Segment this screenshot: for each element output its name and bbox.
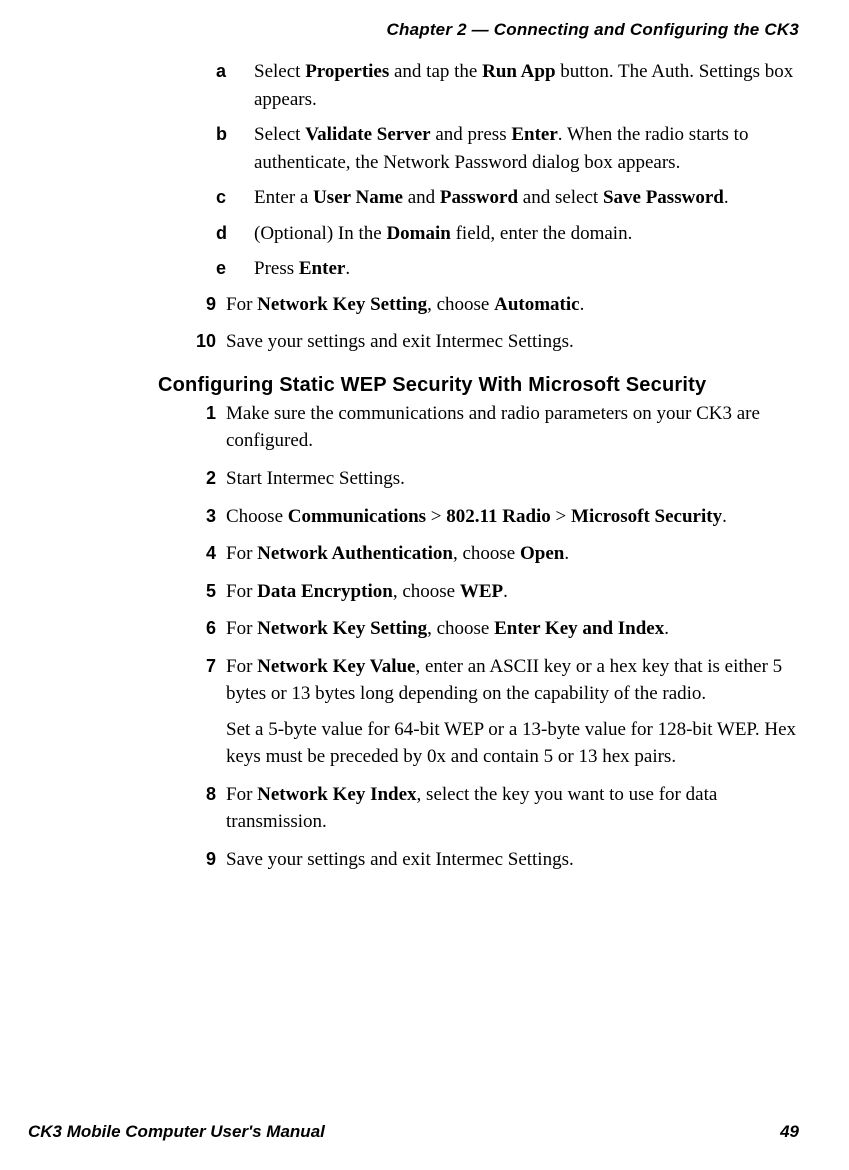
step-body: For Data Encryption, choose WEP. bbox=[226, 578, 799, 606]
wep-step-1: 1 Make sure the communications and radio… bbox=[178, 400, 799, 455]
step-marker: 9 bbox=[178, 846, 226, 874]
step-body: For Network Key Setting, choose Enter Ke… bbox=[226, 615, 799, 643]
content-area: a Select Properties and tap the Run App … bbox=[28, 58, 799, 874]
sub-step-d: d (Optional) In the Domain field, enter … bbox=[216, 220, 799, 248]
footer-page-number: 49 bbox=[780, 1122, 799, 1142]
step-10: 10 Save your settings and exit Intermec … bbox=[178, 328, 799, 356]
wep-step-5: 5 For Data Encryption, choose WEP. bbox=[178, 578, 799, 606]
step-body: Start Intermec Settings. bbox=[226, 465, 799, 493]
step-marker: 5 bbox=[178, 578, 226, 606]
sub-marker: b bbox=[216, 121, 254, 176]
step-marker: 9 bbox=[178, 291, 226, 319]
sub-body: Select Properties and tap the Run App bu… bbox=[254, 58, 799, 113]
sub-marker: e bbox=[216, 255, 254, 283]
step-body: Make sure the communications and radio p… bbox=[226, 400, 799, 455]
step-9: 9 For Network Key Setting, choose Automa… bbox=[178, 291, 799, 319]
step-marker: 4 bbox=[178, 540, 226, 568]
wep-step-9: 9 Save your settings and exit Intermec S… bbox=[178, 846, 799, 874]
sub-marker: c bbox=[216, 184, 254, 212]
step-body: Save your settings and exit Intermec Set… bbox=[226, 846, 799, 874]
wep-step-8: 8 For Network Key Index, select the key … bbox=[178, 781, 799, 836]
step-body: For Network Authentication, choose Open. bbox=[226, 540, 799, 568]
step-marker: 6 bbox=[178, 615, 226, 643]
step-marker: 8 bbox=[178, 781, 226, 836]
wep-step-2: 2 Start Intermec Settings. bbox=[178, 465, 799, 493]
sub-step-c: c Enter a User Name and Password and sel… bbox=[216, 184, 799, 212]
footer-manual-title: CK3 Mobile Computer User's Manual bbox=[28, 1122, 325, 1142]
sub-step-b: b Select Validate Server and press Enter… bbox=[216, 121, 799, 176]
sub-body: Select Validate Server and press Enter. … bbox=[254, 121, 799, 176]
step-marker: 1 bbox=[178, 400, 226, 455]
step-marker: 2 bbox=[178, 465, 226, 493]
page-footer: CK3 Mobile Computer User's Manual 49 bbox=[28, 1122, 799, 1142]
sub-step-e: e Press Enter. bbox=[216, 255, 799, 283]
sub-marker: a bbox=[216, 58, 254, 113]
sub-step-a: a Select Properties and tap the Run App … bbox=[216, 58, 799, 113]
step-body: For Network Key Setting, choose Automati… bbox=[226, 291, 799, 319]
wep-step-3: 3 Choose Communications > 802.11 Radio >… bbox=[178, 503, 799, 531]
wep-step-7: 7 For Network Key Value, enter an ASCII … bbox=[178, 653, 799, 771]
step-body: Choose Communications > 802.11 Radio > M… bbox=[226, 503, 799, 531]
section-heading: Configuring Static WEP Security With Mic… bbox=[158, 372, 799, 398]
wep-step-6: 6 For Network Key Setting, choose Enter … bbox=[178, 615, 799, 643]
sub-step-list: a Select Properties and tap the Run App … bbox=[178, 58, 799, 283]
step-body: Save your settings and exit Intermec Set… bbox=[226, 328, 799, 356]
step-marker: 3 bbox=[178, 503, 226, 531]
step-marker: 10 bbox=[178, 328, 226, 356]
sub-body: (Optional) In the Domain field, enter th… bbox=[254, 220, 799, 248]
step-extra: Set a 5-byte value for 64-bit WEP or a 1… bbox=[226, 716, 799, 771]
step-body-text: For Network Key Value, enter an ASCII ke… bbox=[226, 656, 782, 705]
wep-step-4: 4 For Network Authentication, choose Ope… bbox=[178, 540, 799, 568]
running-header: Chapter 2 — Connecting and Configuring t… bbox=[28, 20, 799, 40]
step-body: For Network Key Value, enter an ASCII ke… bbox=[226, 653, 799, 771]
page: Chapter 2 — Connecting and Configuring t… bbox=[0, 0, 849, 1170]
sub-marker: d bbox=[216, 220, 254, 248]
step-body: For Network Key Index, select the key yo… bbox=[226, 781, 799, 836]
sub-body: Enter a User Name and Password and selec… bbox=[254, 184, 799, 212]
step-marker: 7 bbox=[178, 653, 226, 771]
sub-body: Press Enter. bbox=[254, 255, 799, 283]
